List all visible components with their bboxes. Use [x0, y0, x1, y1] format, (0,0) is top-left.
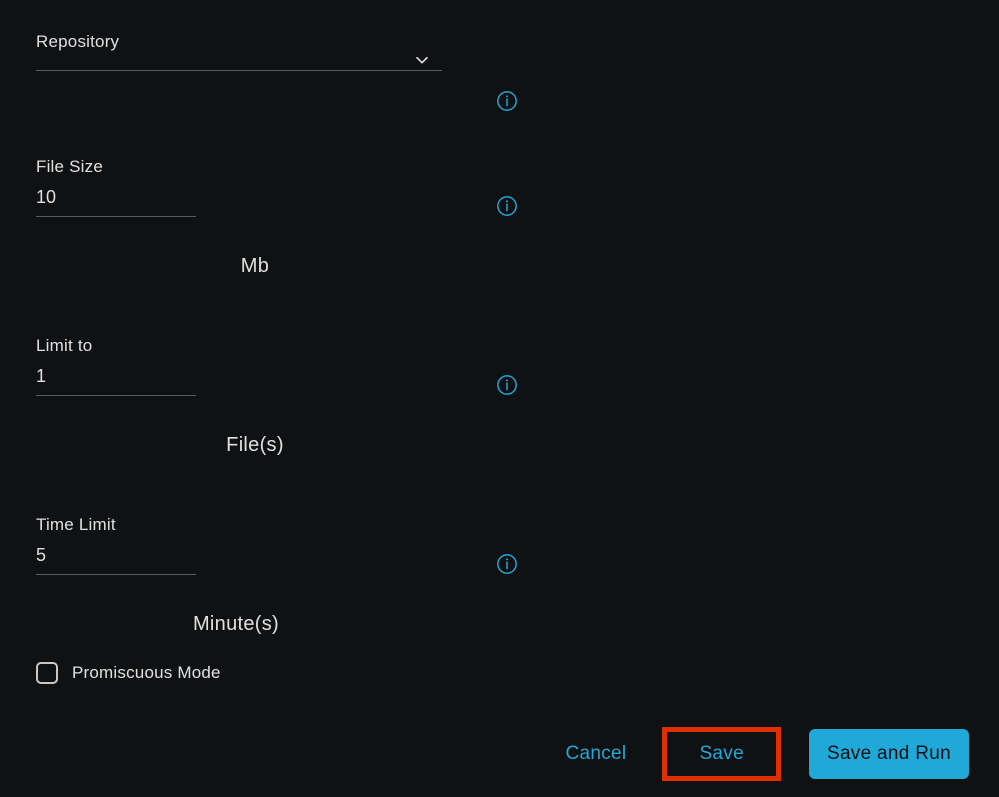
limit-to-label: Limit to [36, 336, 963, 356]
limit-to-input-line [36, 362, 963, 396]
time-limit-input[interactable] [36, 541, 196, 575]
cancel-button[interactable]: Cancel [558, 733, 635, 775]
info-icon[interactable] [496, 195, 518, 217]
info-icon[interactable] [496, 90, 518, 112]
info-icon[interactable] [496, 374, 518, 396]
time-limit-label: Time Limit [36, 515, 963, 535]
file-size-label: File Size [36, 157, 963, 177]
chevron-down-icon [412, 50, 432, 73]
file-size-input-line [36, 183, 963, 217]
promiscuous-mode-label: Promiscuous Mode [72, 663, 221, 683]
limit-to-input[interactable] [36, 362, 196, 396]
repository-input-line [36, 58, 963, 71]
file-size-unit: Mb [36, 255, 474, 278]
repository-label: Repository [36, 32, 963, 52]
time-limit-input-line [36, 541, 963, 575]
file-size-input[interactable] [36, 183, 196, 217]
promiscuous-mode-checkbox[interactable] [36, 662, 58, 684]
save-and-run-button[interactable]: Save and Run [809, 729, 969, 779]
info-icon[interactable] [496, 553, 518, 575]
limit-to-unit: File(s) [36, 434, 474, 457]
time-limit-unit: Minute(s) [36, 613, 436, 636]
repository-field: Repository [36, 32, 963, 71]
time-limit-field: Time Limit Minute(s) [36, 515, 963, 636]
file-size-field: File Size Mb [36, 157, 963, 278]
limit-to-field: Limit to File(s) [36, 336, 963, 457]
button-row: Cancel Save Save and Run [558, 727, 970, 781]
save-button[interactable]: Save [662, 727, 781, 781]
repository-select[interactable] [36, 58, 442, 71]
promiscuous-mode-row: Promiscuous Mode [36, 662, 963, 684]
